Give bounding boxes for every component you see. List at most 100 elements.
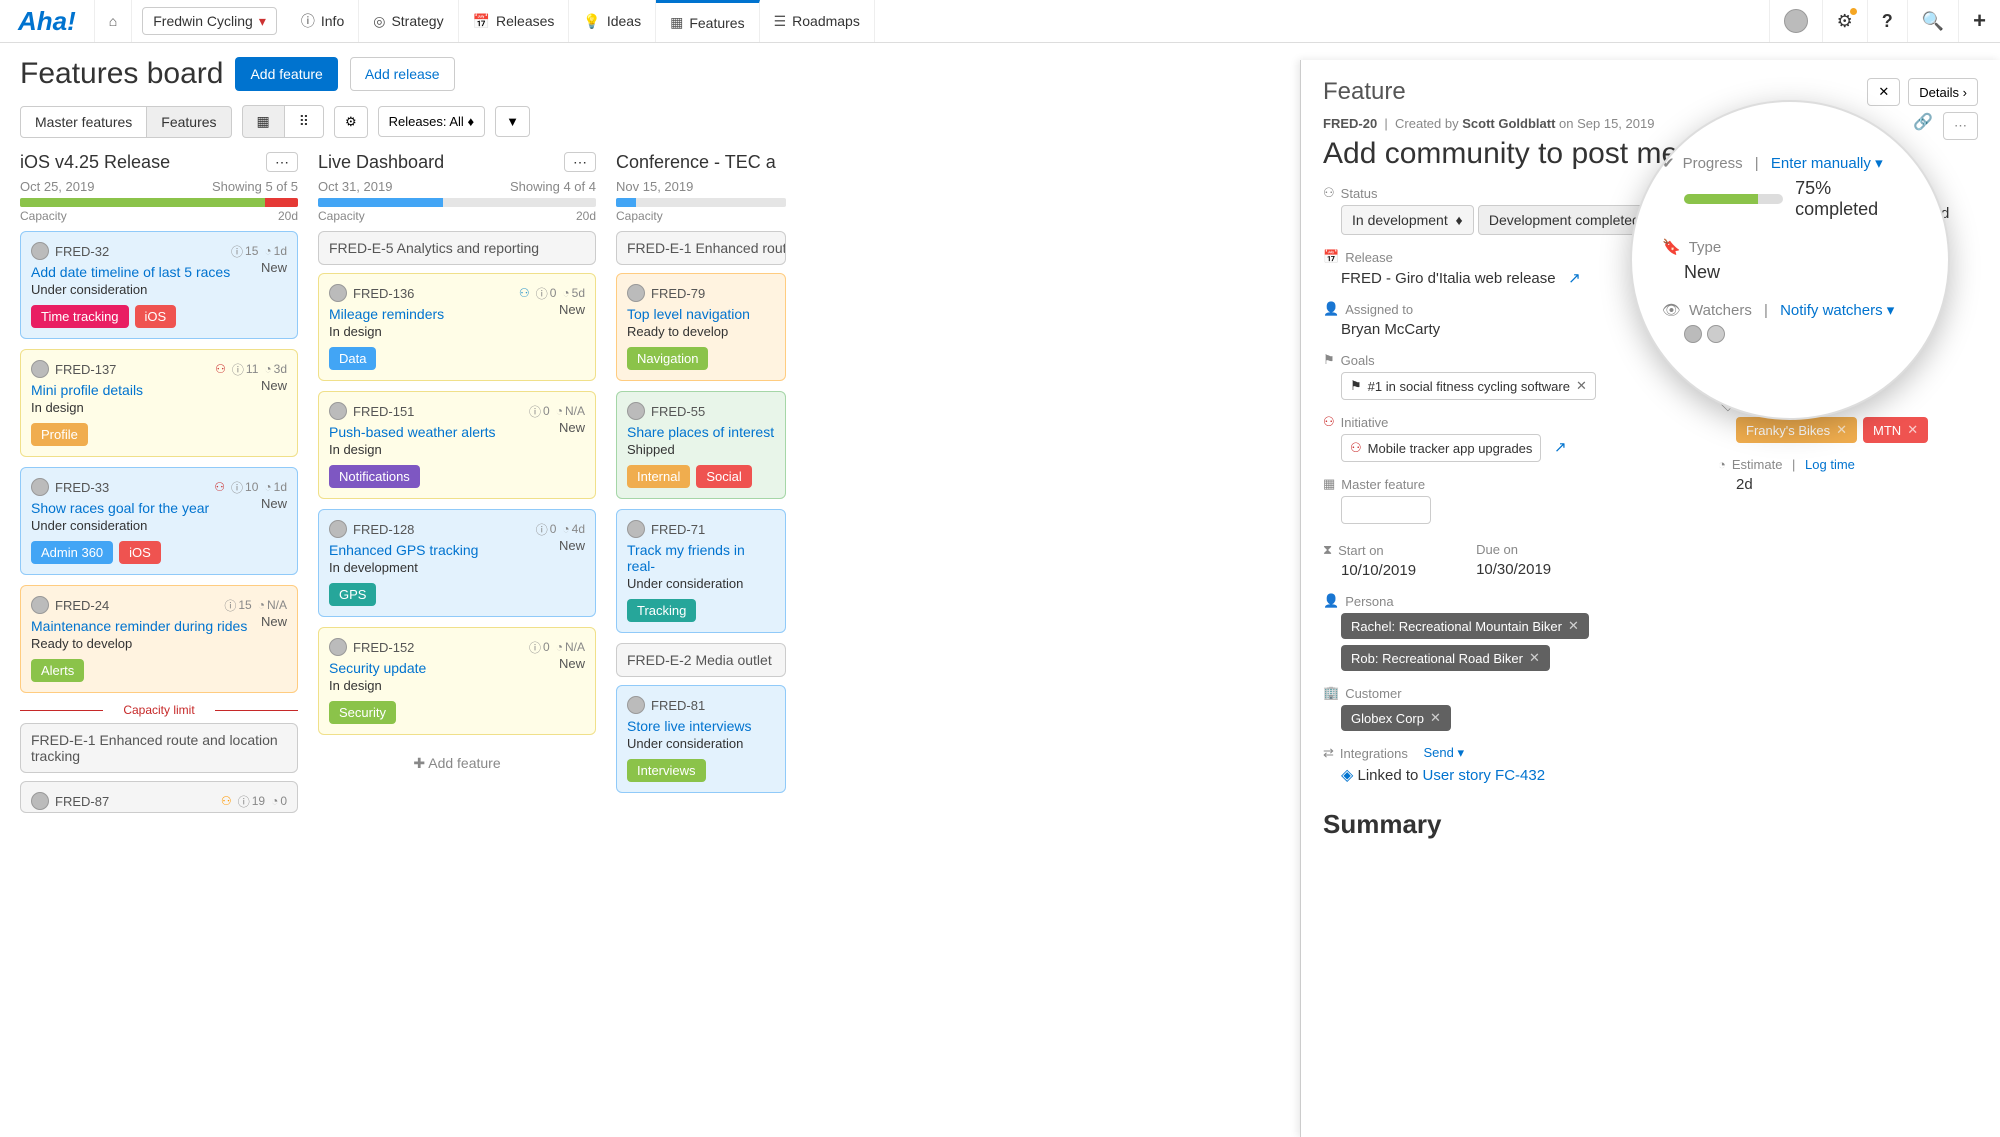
author-link[interactable]: Scott Goldblatt bbox=[1462, 116, 1555, 131]
tag[interactable]: Social bbox=[696, 465, 751, 488]
add-release-button[interactable]: Add release bbox=[350, 57, 455, 91]
close-panel-btn[interactable]: ✕ bbox=[1867, 78, 1900, 106]
tag[interactable]: Interviews bbox=[627, 759, 706, 782]
tag[interactable]: Navigation bbox=[627, 347, 708, 370]
help-nav[interactable]: ? bbox=[1867, 0, 1907, 42]
card-title[interactable]: Share places of interest bbox=[627, 424, 775, 440]
log-time-link[interactable]: Log time bbox=[1805, 457, 1855, 472]
filter-btn[interactable]: ▼ bbox=[495, 106, 530, 137]
card-title[interactable]: Mileage reminders bbox=[329, 306, 585, 322]
details-btn[interactable]: Details › bbox=[1908, 78, 1978, 106]
remove-icon[interactable]: ✕ bbox=[1836, 422, 1847, 438]
tag[interactable]: Tracking bbox=[627, 599, 696, 622]
tag[interactable]: Data bbox=[329, 347, 376, 370]
due-value[interactable]: 10/30/2019 bbox=[1476, 561, 1551, 578]
feature-card[interactable]: FRED-152ⓘ 0◔ N/A New Security update In … bbox=[318, 627, 596, 735]
add-feature-inline[interactable]: ✚ Add feature bbox=[318, 745, 596, 782]
tag[interactable]: iOS bbox=[119, 541, 161, 564]
feature-card[interactable]: FRED-32ⓘ 15◔ 1d New Add date timeline of… bbox=[20, 231, 298, 339]
feature-card[interactable]: FRED-81 Store live interviews Under cons… bbox=[616, 685, 786, 793]
status-transition-btn[interactable]: Development completed bbox=[1478, 205, 1651, 235]
tag[interactable]: Admin 360 bbox=[31, 541, 113, 564]
release-filter[interactable]: Releases: All ♦ bbox=[378, 106, 485, 137]
search-nav[interactable]: 🔍 bbox=[1907, 0, 1958, 42]
grid-view-btn[interactable]: ⠿ bbox=[285, 105, 324, 138]
card-title[interactable]: Mini profile details bbox=[31, 382, 287, 398]
feature-card[interactable]: FRED-137⚇ⓘ 11◔ 3d New Mini profile detai… bbox=[20, 349, 298, 457]
card-title[interactable]: Maintenance reminder during rides bbox=[31, 618, 287, 634]
tag[interactable]: Profile bbox=[31, 423, 88, 446]
remove-icon[interactable]: ✕ bbox=[1529, 650, 1540, 666]
features-nav[interactable]: ▦Features bbox=[656, 0, 759, 42]
card-title[interactable]: Push-based weather alerts bbox=[329, 424, 585, 440]
tag-chip[interactable]: MTN✕ bbox=[1863, 417, 1928, 443]
feature-card[interactable]: FRED-24ⓘ 15◔ N/A New Maintenance reminde… bbox=[20, 585, 298, 693]
enter-manually-link[interactable]: Enter manually ▾ bbox=[1810, 185, 1907, 201]
settings-btn[interactable]: ⚙ bbox=[334, 106, 368, 138]
epic-header[interactable]: FRED-E-2 Media outlet bbox=[616, 643, 786, 677]
info-nav[interactable]: ⓘInfo bbox=[287, 0, 359, 42]
goal-chip[interactable]: ⚑#1 in social fitness cycling software✕ bbox=[1341, 372, 1596, 400]
watcher-avatar[interactable] bbox=[1736, 307, 1754, 325]
column-menu[interactable]: ⋯ bbox=[564, 152, 596, 172]
epic-header[interactable]: FRED-E-1 Enhanced route and location tra… bbox=[616, 231, 786, 265]
feature-card[interactable]: FRED-33⚇ⓘ 10◔ 1d New Show races goal for… bbox=[20, 467, 298, 575]
external-link-icon[interactable]: ↗ bbox=[1554, 439, 1567, 456]
initiative-chip[interactable]: ⚇Mobile tracker app upgrades bbox=[1341, 434, 1541, 462]
roadmaps-nav[interactable]: ☰Roadmaps bbox=[760, 0, 875, 42]
send-link[interactable]: Send ▾ bbox=[1423, 745, 1464, 761]
releases-nav[interactable]: 📅Releases bbox=[459, 0, 570, 42]
score-value[interactable]: 17 bbox=[1718, 366, 1978, 383]
tag[interactable]: Alerts bbox=[31, 659, 84, 682]
ideas-nav[interactable]: 💡Ideas bbox=[569, 0, 656, 42]
tag[interactable]: Notifications bbox=[329, 465, 420, 488]
card-title[interactable]: Add date timeline of last 5 races bbox=[31, 264, 287, 280]
remove-icon[interactable]: ✕ bbox=[1576, 378, 1587, 394]
card-title[interactable]: Store live interviews bbox=[627, 718, 775, 734]
tag-chip[interactable]: Franky's Bikes✕ bbox=[1736, 417, 1857, 443]
estimate-value[interactable]: 2d bbox=[1718, 476, 1978, 493]
external-link-icon[interactable]: ↗ bbox=[1568, 270, 1581, 287]
board-view-btn[interactable]: ▦ bbox=[242, 105, 285, 138]
feature-card[interactable]: FRED-87⚇ⓘ 19◔ 0 bbox=[20, 781, 298, 813]
user-avatar[interactable] bbox=[1769, 0, 1822, 42]
story-link[interactable]: User story FC-432 bbox=[1423, 767, 1546, 784]
tag[interactable]: iOS bbox=[135, 305, 177, 328]
link-icon[interactable]: 🔗 bbox=[1913, 112, 1933, 140]
column-menu[interactable]: ⋯ bbox=[266, 152, 298, 172]
release-value[interactable]: FRED - Giro d'Italia web release bbox=[1341, 270, 1556, 287]
tag[interactable]: Security bbox=[329, 701, 396, 724]
feature-ref[interactable]: FRED-20 bbox=[1323, 116, 1377, 131]
tag[interactable]: Internal bbox=[627, 465, 690, 488]
card-title[interactable]: Security update bbox=[329, 660, 585, 676]
card-title[interactable]: Show races goal for the year bbox=[31, 500, 287, 516]
tag[interactable]: Time tracking bbox=[31, 305, 129, 328]
card-title[interactable]: Track my friends in real- bbox=[627, 542, 775, 574]
persona-chip[interactable]: Rachel: Recreational Mountain Biker✕ bbox=[1341, 613, 1589, 639]
persona-chip[interactable]: Rob: Recreational Road Biker✕ bbox=[1341, 645, 1550, 671]
features-tab[interactable]: Features bbox=[147, 106, 231, 138]
feature-card[interactable]: FRED-136⚇ⓘ 0◔ 5d New Mileage reminders I… bbox=[318, 273, 596, 381]
strategy-nav[interactable]: ◎Strategy bbox=[359, 0, 458, 42]
home-nav[interactable]: ⌂ bbox=[95, 0, 132, 42]
feature-card[interactable]: FRED-79 Top level navigation Ready to de… bbox=[616, 273, 786, 381]
feature-card[interactable]: FRED-71 Track my friends in real- Under … bbox=[616, 509, 786, 633]
epic-header[interactable]: FRED-E-1 Enhanced route and location tra… bbox=[20, 723, 298, 773]
remove-icon[interactable]: ✕ bbox=[1430, 710, 1441, 726]
master-feature-input[interactable] bbox=[1341, 496, 1431, 524]
feature-card[interactable]: FRED-55 Share places of interest Shipped… bbox=[616, 391, 786, 499]
card-title[interactable]: Top level navigation bbox=[627, 306, 775, 322]
status-select[interactable]: In development ♦ bbox=[1341, 205, 1474, 235]
add-watcher-btn[interactable] bbox=[1758, 307, 1776, 325]
remove-icon[interactable]: ✕ bbox=[1568, 618, 1579, 634]
master-features-tab[interactable]: Master features bbox=[20, 106, 147, 138]
product-selector[interactable]: Fredwin Cycling▾ bbox=[142, 7, 277, 35]
tag[interactable]: GPS bbox=[329, 583, 376, 606]
type-value[interactable]: New bbox=[1718, 256, 1978, 273]
start-value[interactable]: 10/10/2019 bbox=[1323, 562, 1416, 579]
feature-card[interactable]: FRED-151ⓘ 0◔ N/A New Push-based weather … bbox=[318, 391, 596, 499]
customer-chip[interactable]: Globex Corp✕ bbox=[1341, 705, 1451, 731]
feature-card[interactable]: FRED-128ⓘ 0◔ 4d New Enhanced GPS trackin… bbox=[318, 509, 596, 617]
assigned-value[interactable]: Bryan McCarty bbox=[1323, 321, 1688, 338]
card-title[interactable]: Enhanced GPS tracking bbox=[329, 542, 585, 558]
